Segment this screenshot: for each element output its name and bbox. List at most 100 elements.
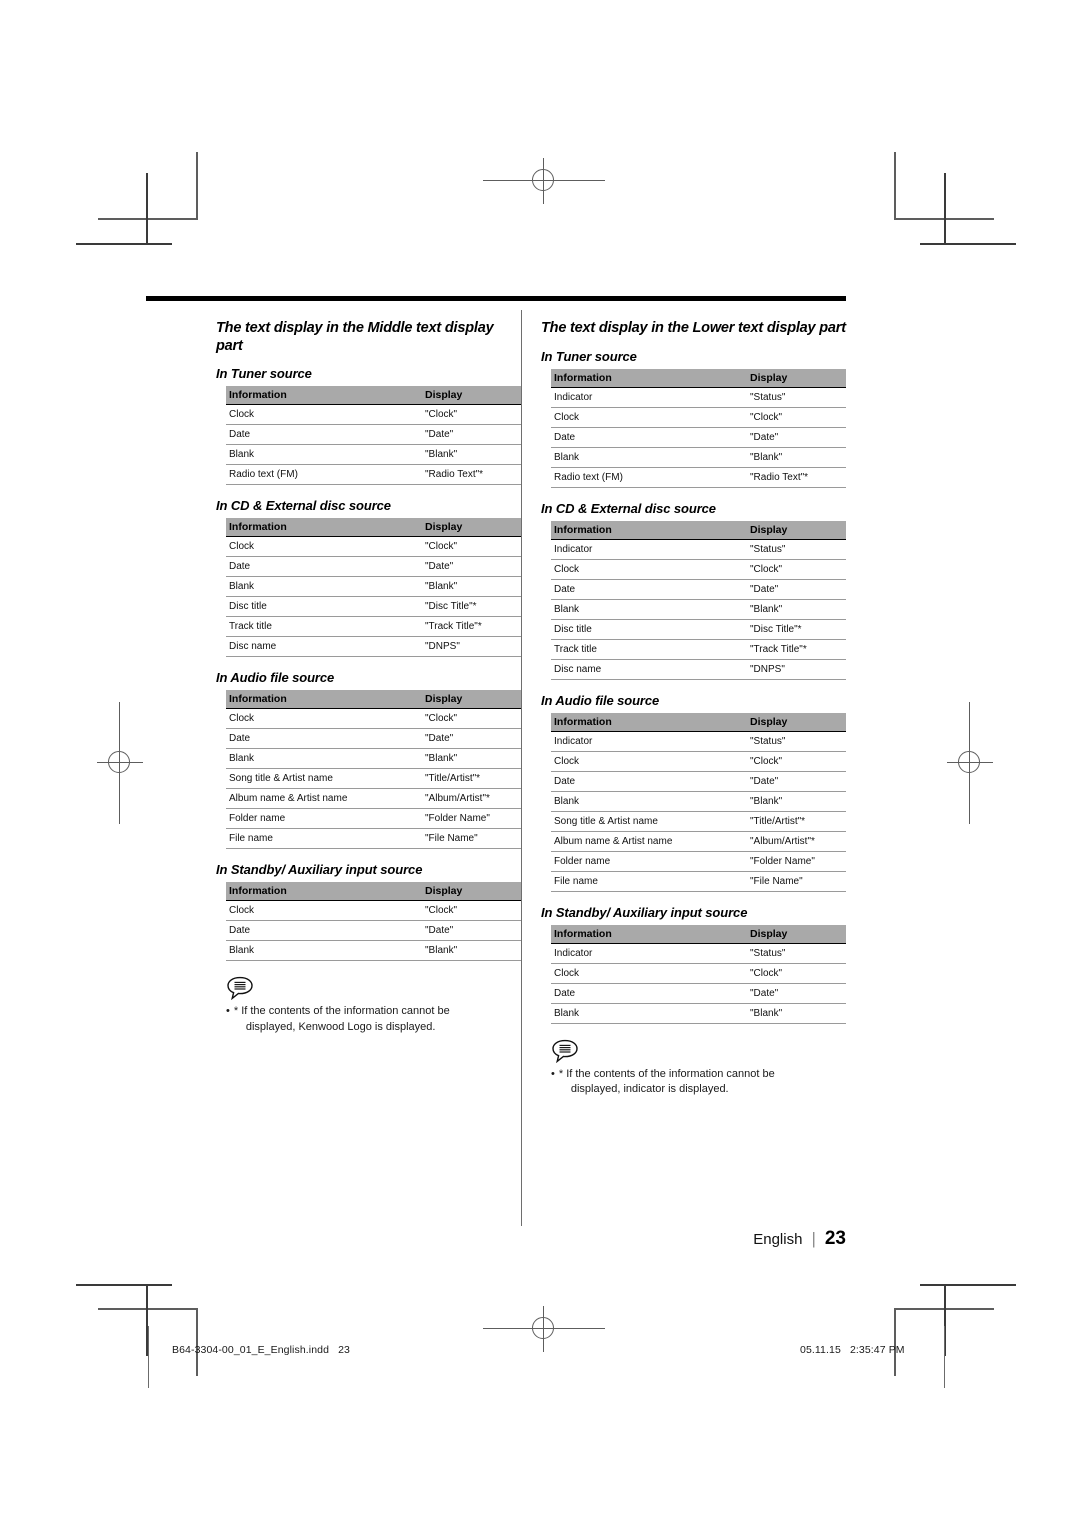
cell-display: "Album/Artist"* [747,831,846,852]
table-row: Song title & Artist name "Title/Artist"* [226,768,521,790]
note-line-1: * If the contents of the information can… [558,1067,775,1080]
note-lower: • * If the contents of the information c… [551,1039,846,1098]
cell-information: Date [226,556,422,578]
cell-display: "Blank" [747,447,846,468]
cell-display: "Blank" [422,444,521,466]
cell-display: "Clock" [747,963,846,984]
table-header-display: Display [747,368,846,388]
cell-display: "Date" [747,427,846,448]
cell-display: "Status" [747,731,846,752]
cell-display: "Date" [422,556,521,578]
table-row: Disc name "DNPS" [551,659,846,680]
table-middle-cd: Information Display Clock "Clock" Date "Da… [226,518,521,658]
cell-information: Clock [226,900,422,922]
note-bullet: • [226,1005,230,1018]
table-header-information: Information [551,520,747,540]
subheading-middle-standby: In Standby/ Auxiliary input source [216,862,423,878]
subheading-middle-audio: In Audio file source [216,670,335,686]
cell-information: Disc name [551,659,747,680]
cell-information: Date [226,920,422,942]
table-row: Date "Date" [226,424,521,446]
table-row: Album name & Artist name "Album/Artist"* [226,788,521,810]
table-row: Date "Date" [226,728,521,750]
table-row: Indicator "Status" [551,943,846,964]
cell-display: "Folder Name" [422,808,521,830]
block-middle-standby-aux: In Standby/ Auxiliary input source Infor… [216,862,521,962]
table-header-information: Information [226,386,422,406]
cell-display: "Folder Name" [747,851,846,872]
table-row: Disc title "Disc Title"* [551,619,846,640]
table-lower-standby: Information Display Indicator "Status" Cl… [551,924,846,1024]
cell-information: Track title [226,616,422,638]
note-line-2: displayed, Kenwood Logo is displayed. [245,1020,436,1033]
cell-display: "Blank" [422,748,521,770]
table-row: Date "Date" [551,983,846,1004]
table-row: Disc title "Disc Title"* [226,596,521,618]
cell-information: Album name & Artist name [226,788,422,810]
table-lower-tuner: Information Display Indicator "Status" Cl… [551,368,846,488]
cell-display: "Clock" [747,559,846,580]
cell-information: Clock [226,536,422,558]
cell-information: Blank [226,748,422,770]
table-header-information: Information [551,368,747,388]
cell-information: Blank [551,1003,747,1024]
table-row: Date "Date" [551,771,846,792]
cell-information: Disc title [226,596,422,618]
cell-display: "Title/Artist"* [747,811,846,832]
cell-information: File name [226,828,422,850]
table-middle-audio: Information Display Clock "Clock" Date "Da… [226,690,521,850]
block-lower-tuner: In Tuner source Information Display Indi… [541,349,846,488]
cell-information: Disc name [226,636,422,658]
cell-display: "Status" [747,387,846,408]
imposition-timestamp: 05.11.15 2:35:47 PM [800,1344,905,1356]
table-row: File name "File Name" [226,828,521,850]
table-row: Date "Date" [226,556,521,578]
table-row: Date "Date" [551,427,846,448]
block-middle-audio-file: In Audio file source Information Display… [216,670,521,850]
table-row: Indicator "Status" [551,731,846,752]
imposition-file-name: B64-3304-00_01_E_English.indd [172,1344,330,1356]
cell-information: Blank [226,576,422,598]
table-row: Clock "Clock" [226,900,521,922]
table-header-row: Information Display [226,882,521,902]
cell-information: Clock [551,559,747,580]
table-row: Clock "Clock" [226,404,521,426]
cell-display: "Title/Artist"* [422,768,521,790]
table-row: Blank "Blank" [551,599,846,620]
cell-display: "Date" [422,728,521,750]
table-header-display: Display [747,924,846,944]
table-header-row: Information Display [226,386,521,406]
cell-display: "Date" [747,771,846,792]
section-title-lower: The text display in the Lower text displ… [541,320,846,336]
block-middle-tuner: In Tuner source Information Display Cloc… [216,366,521,486]
cell-information: Blank [551,791,747,812]
cell-information: Date [551,771,747,792]
table-row: Indicator "Status" [551,539,846,560]
table-row: Clock "Clock" [551,751,846,772]
cell-information: Indicator [551,731,747,752]
cell-information: Date [226,728,422,750]
cell-display: "Blank" [422,576,521,598]
section-title-middle: The text display in the Middle text disp… [216,320,494,354]
subheading-lower-audio: In Audio file source [541,692,660,708]
cell-information: Song title & Artist name [551,811,747,832]
table-row: Indicator "Status" [551,387,846,408]
cell-information: Blank [551,447,747,468]
table-row: Radio text (FM) "Radio Text"* [226,464,521,486]
table-middle-tuner: Information Display Clock "Clock" Date "Da… [226,386,521,486]
cell-display: "Clock" [747,751,846,772]
cell-display: "DNPS" [422,636,521,658]
cell-display: "DNPS" [747,659,846,680]
note-body: • * If the contents of the information c… [226,1004,521,1035]
subheading-middle-tuner: In Tuner source [216,366,312,382]
table-row: Clock "Clock" [551,407,846,428]
table-row: Blank "Blank" [226,576,521,598]
cell-information: Date [551,983,747,1004]
table-row: Folder name "Folder Name" [226,808,521,830]
table-header-information: Information [226,690,422,710]
subheading-lower-cd: In CD & External disc source [541,500,716,516]
cell-display: "File Name" [422,828,521,850]
table-row: Blank "Blank" [226,444,521,466]
cell-display: "Track Title"* [422,616,521,638]
cell-information: Clock [226,708,422,730]
